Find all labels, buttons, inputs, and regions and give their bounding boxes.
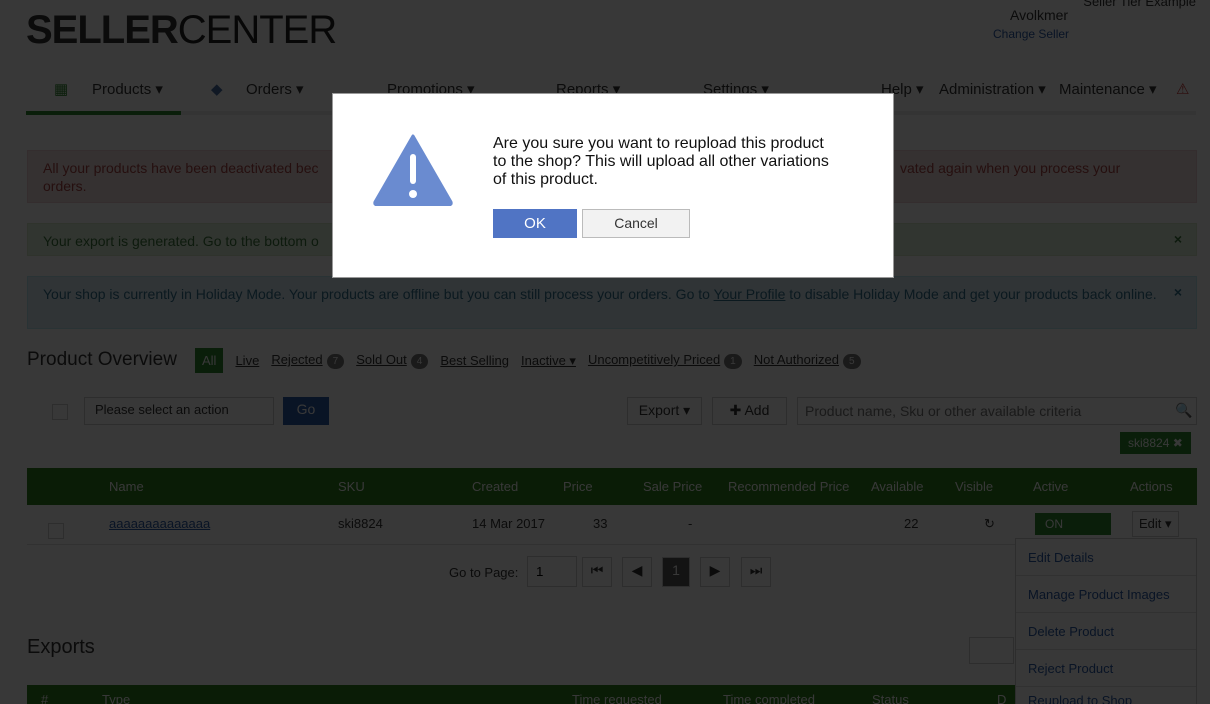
product-name-link[interactable]: aaaaaaaaaaaaaa — [109, 516, 210, 531]
available: 22 — [904, 516, 919, 531]
tag-icon: ◆ — [211, 81, 223, 98]
alert-holiday: Your shop is currently in Holiday Mode. … — [27, 276, 1197, 329]
search-icon[interactable]: 🔍 — [1175, 402, 1192, 419]
col-recommended-price[interactable]: Recommended Price — [728, 479, 849, 494]
change-seller-link[interactable]: Change Seller — [993, 27, 1069, 41]
nav-orders[interactable]: Orders ▾ — [246, 80, 304, 98]
user-alert-icon[interactable]: ⚠ — [1176, 80, 1189, 98]
table-header: Name SKU Created Price Sale Price Recomm… — [27, 468, 1197, 505]
select-all-checkbox[interactable] — [52, 404, 68, 420]
nav-maintenance[interactable]: Maintenance ▾ — [1059, 80, 1157, 98]
last-page-icon[interactable]: ⏭ — [741, 557, 771, 587]
go-button[interactable]: Go — [283, 397, 329, 425]
col-visible: Visible — [955, 479, 994, 494]
menu-manage-images[interactable]: Manage Product Images — [1016, 576, 1196, 613]
tab-all[interactable]: All — [195, 348, 224, 373]
warning-triangle-icon — [373, 134, 453, 206]
current-page[interactable]: 1 — [662, 557, 690, 587]
col-sale-price[interactable]: Sale Price — [643, 479, 702, 494]
page-title: Product Overview — [27, 349, 177, 370]
plus-icon: ✚ — [729, 402, 745, 418]
search-input[interactable] — [797, 397, 1197, 425]
exports-header: # Type Time requested Time completed Sta… — [27, 685, 1015, 704]
exports-title: Exports — [27, 636, 95, 658]
tab-inactive[interactable]: Inactive ▾ — [521, 353, 576, 369]
col-created[interactable]: Created — [472, 479, 518, 494]
filter-chip[interactable]: ski8824 ✖ — [1120, 432, 1191, 454]
first-page-icon[interactable]: ⏮ — [582, 557, 612, 587]
next-page-icon[interactable]: ▶ — [700, 557, 730, 587]
sku: ski8824 — [338, 516, 383, 531]
tab-rejected[interactable]: Rejected — [271, 352, 322, 367]
cancel-button[interactable]: Cancel — [582, 209, 690, 238]
col-price[interactable]: Price — [563, 479, 593, 494]
grid-icon: ▦ — [54, 81, 69, 98]
sale-price: - — [688, 516, 693, 531]
add-button[interactable]: ✚ Add — [712, 397, 787, 425]
menu-delete-product[interactable]: Delete Product — [1016, 613, 1196, 650]
nav-administration[interactable]: Administration ▾ — [939, 80, 1046, 98]
logo[interactable]: SELLERCENTER — [26, 8, 337, 53]
ok-button[interactable]: OK — [493, 209, 577, 238]
goto-page-label: Go to Page: — [449, 565, 519, 580]
confirm-dialog: Are you sure you want to reupload this p… — [332, 93, 894, 278]
exports-search[interactable] — [969, 637, 1014, 664]
nav-active-indicator — [26, 111, 181, 115]
menu-reject-product[interactable]: Reject Product — [1016, 650, 1196, 687]
menu-edit-details[interactable]: Edit Details — [1016, 539, 1196, 576]
actions-dropdown-menu: Edit Details Manage Product Images Delet… — [1015, 538, 1197, 704]
close-icon[interactable]: × — [1174, 283, 1182, 301]
nav-products[interactable]: Products ▾ — [92, 80, 163, 98]
goto-page-input[interactable] — [527, 556, 577, 587]
col-name[interactable]: Name — [109, 479, 144, 494]
filter-tabs: All Live Rejected 7 Sold Out 4 Best Sellin… — [195, 348, 861, 373]
tab-best-selling[interactable]: Best Selling — [440, 353, 509, 368]
row-checkbox[interactable] — [48, 523, 64, 539]
col-sku[interactable]: SKU — [338, 479, 365, 494]
user-name: Avolkmer — [1010, 7, 1069, 23]
dialog-message: Are you sure you want to reupload this p… — [493, 135, 829, 188]
prev-page-icon[interactable]: ◀ — [622, 557, 652, 587]
menu-reupload[interactable]: Reupload to Shop — [1016, 687, 1196, 704]
action-select[interactable]: Please select an action — [84, 397, 274, 425]
col-active: Active — [1033, 479, 1069, 494]
close-icon[interactable]: × — [1174, 230, 1182, 248]
tab-uncompetitive[interactable]: Uncompetitively Priced — [588, 352, 720, 367]
col-actions: Actions — [1130, 479, 1173, 494]
seller-tier: Seller Tier Example — [1083, 0, 1196, 9]
col-available: Available — [871, 479, 924, 494]
refresh-icon[interactable]: ↻ — [984, 516, 995, 532]
price: 33 — [593, 516, 608, 531]
tab-live[interactable]: Live — [235, 353, 259, 368]
tab-not-authorized[interactable]: Not Authorized — [754, 352, 839, 367]
edit-dropdown[interactable]: Edit ▾ — [1132, 511, 1179, 537]
your-profile-link[interactable]: Your Profile — [714, 286, 786, 302]
active-toggle[interactable]: ON — [1035, 513, 1111, 535]
export-button[interactable]: Export ▾ — [627, 397, 702, 425]
tab-sold-out[interactable]: Sold Out — [356, 352, 407, 367]
created: 14 Mar 2017 — [472, 516, 545, 531]
